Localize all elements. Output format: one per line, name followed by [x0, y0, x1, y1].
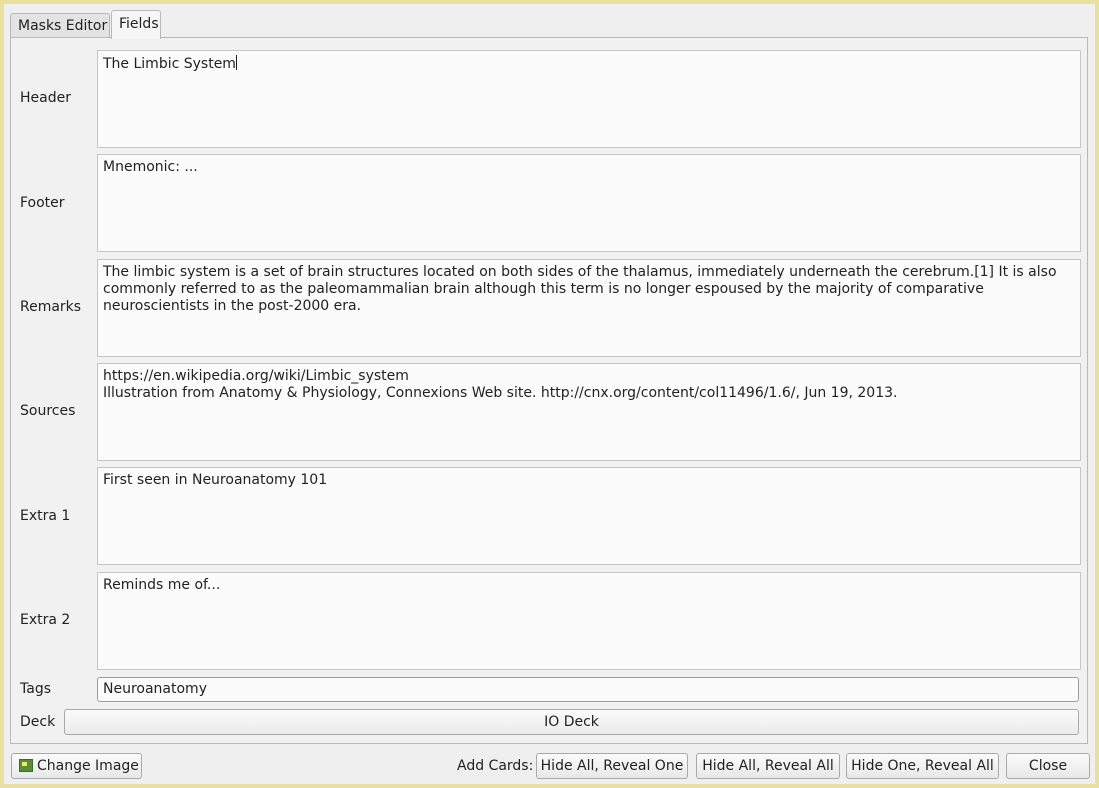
- change-image-label: Change Image: [37, 758, 139, 774]
- change-image-button[interactable]: Change Image: [11, 753, 142, 779]
- dialog-window: Masks Editor Fields Header The Limbic Sy…: [4, 4, 1095, 784]
- field-label-extra-1: Extra 1: [20, 508, 71, 524]
- add-cards-label: Add Cards:: [457, 758, 534, 774]
- field-label-remarks: Remarks: [20, 299, 82, 315]
- deck-selector-button[interactable]: IO Deck: [64, 709, 1079, 735]
- field-label-sources: Sources: [20, 403, 76, 419]
- sources-field[interactable]: https://en.wikipedia.org/wiki/Limbic_sys…: [97, 363, 1081, 461]
- image-icon: [19, 759, 33, 772]
- tags-input[interactable]: Neuroanatomy: [97, 677, 1079, 702]
- header-field-text: The Limbic System: [103, 56, 236, 72]
- extra-2-field[interactable]: Reminds me of...: [97, 572, 1081, 670]
- footer-field[interactable]: Mnemonic: ...: [97, 154, 1081, 252]
- tab-masks-editor[interactable]: Masks Editor: [10, 13, 110, 38]
- header-field[interactable]: The Limbic System: [97, 50, 1081, 148]
- hide-one-reveal-all-button[interactable]: Hide One, Reveal All: [846, 753, 999, 779]
- field-label-footer: Footer: [20, 195, 65, 211]
- extra-1-field[interactable]: First seen in Neuroanatomy 101: [97, 467, 1081, 565]
- field-label-header: Header: [20, 90, 71, 106]
- fields-panel: Header The Limbic System Footer Mnemonic…: [10, 37, 1088, 744]
- tags-label: Tags: [20, 681, 51, 697]
- text-cursor: [235, 55, 237, 70]
- deck-label: Deck: [20, 714, 56, 730]
- hide-all-reveal-all-button[interactable]: Hide All, Reveal All: [696, 753, 840, 779]
- close-button[interactable]: Close: [1006, 753, 1090, 779]
- remarks-field[interactable]: The limbic system is a set of brain stru…: [97, 259, 1081, 357]
- tab-fields[interactable]: Fields: [111, 10, 161, 39]
- field-label-extra-2: Extra 2: [20, 612, 71, 628]
- hide-all-reveal-one-button[interactable]: Hide All, Reveal One: [536, 753, 688, 779]
